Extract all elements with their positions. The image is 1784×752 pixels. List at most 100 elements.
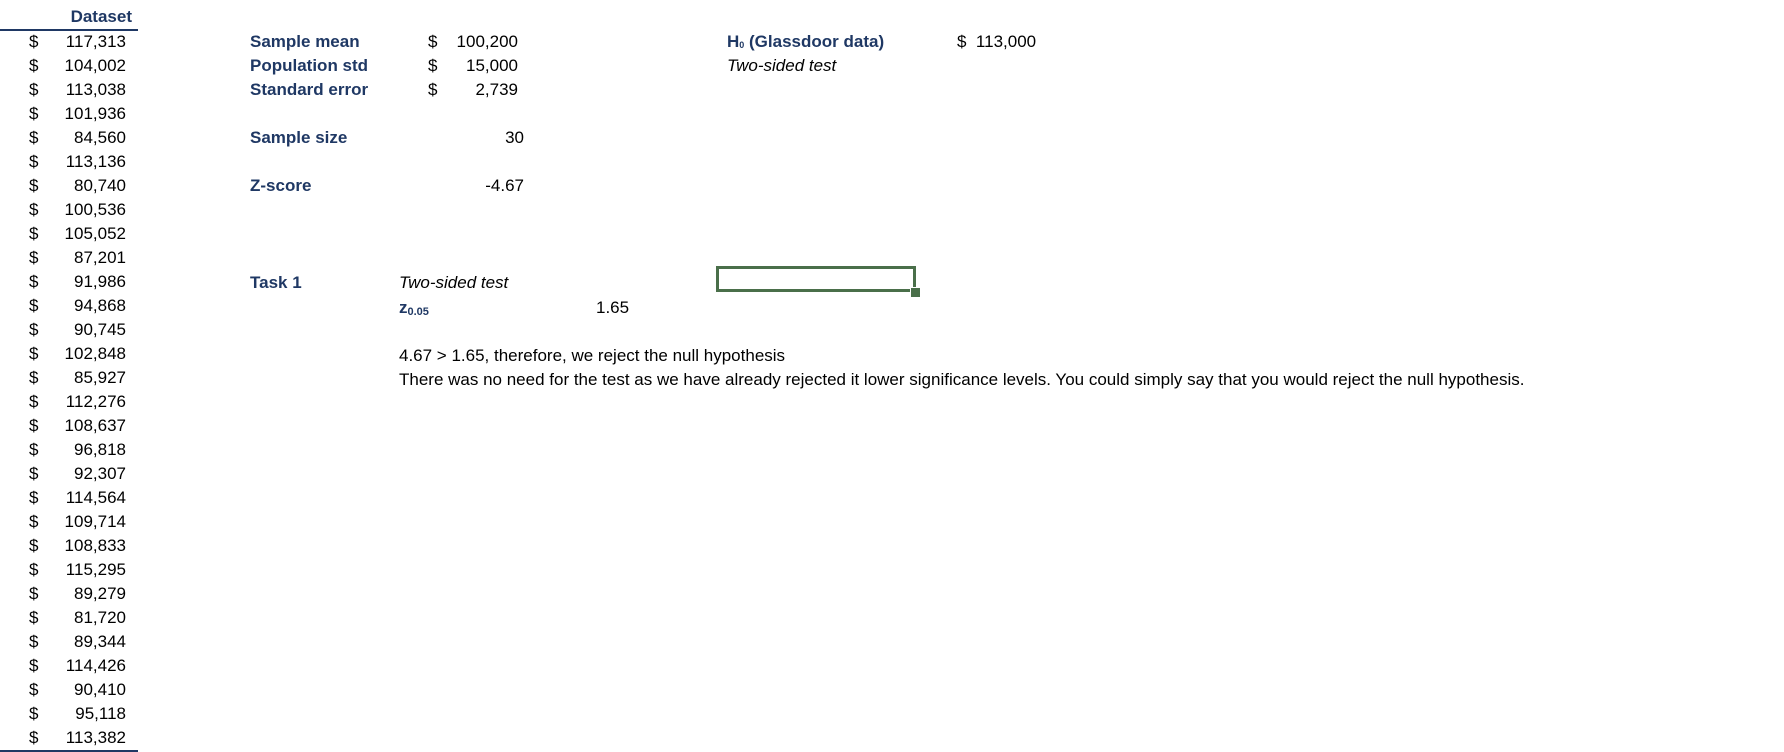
- dataset-value: 100,536: [64, 200, 126, 219]
- null-hypothesis-value: 113,000: [975, 32, 1037, 51]
- task1-z-value[interactable]: 1.65: [596, 296, 629, 320]
- standard-error-label[interactable]: Standard error: [250, 78, 368, 102]
- dataset-row[interactable]: $89,279: [0, 582, 138, 606]
- dataset-row[interactable]: $114,426: [0, 654, 138, 678]
- dataset-row[interactable]: $85,927: [0, 366, 138, 390]
- task1-test-type[interactable]: Two-sided test: [399, 271, 508, 295]
- dataset-value: 114,564: [65, 488, 126, 507]
- dataset-row[interactable]: $94,868: [0, 294, 138, 318]
- standard-error-value: 2,739: [475, 80, 518, 99]
- dataset-currency: $: [29, 296, 39, 315]
- z-score-value[interactable]: -4.67: [440, 174, 524, 198]
- dataset-value: 80,740: [74, 176, 126, 195]
- task1-note[interactable]: There was no need for the test as we hav…: [399, 368, 1524, 392]
- population-std-value: 15,000: [466, 56, 518, 75]
- dataset-row[interactable]: $108,637: [0, 414, 138, 438]
- dataset-value: 91,986: [74, 272, 126, 291]
- dataset-value: 89,279: [74, 584, 126, 603]
- dataset-currency: $: [29, 464, 39, 483]
- z-subscript: 0.05: [407, 306, 429, 318]
- dataset-row[interactable]: $80,740: [0, 174, 138, 198]
- dataset-value: 101,936: [64, 104, 126, 123]
- dataset-currency: $: [29, 272, 39, 291]
- sample-size-label[interactable]: Sample size: [250, 126, 347, 150]
- dataset-row[interactable]: $113,038: [0, 78, 138, 102]
- standard-error-cell[interactable]: $ 2,739: [428, 78, 518, 102]
- dataset-value: 104,002: [64, 56, 126, 75]
- dataset-row[interactable]: $101,936: [0, 102, 138, 126]
- dataset-row[interactable]: $90,410: [0, 678, 138, 702]
- dataset-row[interactable]: $96,818: [0, 438, 138, 462]
- dataset-row[interactable]: $95,118: [0, 702, 138, 726]
- dataset-currency: $: [29, 680, 39, 699]
- dataset-row[interactable]: $108,833: [0, 534, 138, 558]
- dataset-row[interactable]: $112,276: [0, 390, 138, 414]
- dataset-currency: $: [29, 128, 39, 147]
- dataset-currency: $: [29, 176, 39, 195]
- dataset-value: 113,382: [65, 728, 126, 747]
- dataset-row[interactable]: $102,848: [0, 342, 138, 366]
- dataset-currency: $: [29, 560, 39, 579]
- null-hypothesis-cell[interactable]: $ 113,000: [957, 30, 1036, 54]
- dataset-value: 113,038: [65, 80, 126, 99]
- population-std-currency: $: [428, 56, 438, 75]
- dataset-value: 113,136: [65, 152, 126, 171]
- dataset-row[interactable]: $113,136: [0, 150, 138, 174]
- dataset-row[interactable]: $100,536: [0, 198, 138, 222]
- task1-label[interactable]: Task 1: [250, 271, 302, 295]
- task1-z-label[interactable]: z0.05: [399, 296, 429, 322]
- dataset-header-cell[interactable]: Dataset: [0, 5, 138, 31]
- dataset-row[interactable]: $117,313: [0, 30, 138, 54]
- dataset-column: $117,313 $104,002 $113,038 $101,936 $84,560 $…: [0, 30, 138, 752]
- hypothesis-test-type[interactable]: Two-sided test: [727, 54, 836, 78]
- dataset-currency: $: [29, 248, 39, 267]
- null-hypothesis-currency: $: [957, 32, 967, 51]
- null-hypothesis-label[interactable]: H0 (Glassdoor data): [727, 30, 884, 56]
- h-subscript: 0: [739, 40, 745, 50]
- dataset-currency: $: [29, 320, 39, 339]
- dataset-row[interactable]: $92,307: [0, 462, 138, 486]
- dataset-currency: $: [29, 32, 39, 51]
- dataset-value: 108,637: [64, 416, 126, 435]
- dataset-currency: $: [29, 632, 39, 651]
- dataset-currency: $: [29, 512, 39, 531]
- dataset-value: 109,714: [64, 512, 126, 531]
- dataset-row[interactable]: $89,344: [0, 630, 138, 654]
- dataset-currency: $: [29, 152, 39, 171]
- dataset-currency: $: [29, 584, 39, 603]
- selected-cell[interactable]: [716, 266, 916, 292]
- dataset-row[interactable]: $114,564: [0, 486, 138, 510]
- dataset-row[interactable]: $81,720: [0, 606, 138, 630]
- dataset-value: 94,868: [74, 296, 126, 315]
- sample-mean-label[interactable]: Sample mean: [250, 30, 360, 54]
- fill-handle[interactable]: [910, 287, 921, 298]
- z-score-label[interactable]: Z-score: [250, 174, 311, 198]
- dataset-row[interactable]: $90,745: [0, 318, 138, 342]
- dataset-row[interactable]: $115,295: [0, 558, 138, 582]
- population-std-label[interactable]: Population std: [250, 54, 368, 78]
- dataset-row[interactable]: $84,560: [0, 126, 138, 150]
- dataset-row[interactable]: $109,714: [0, 510, 138, 534]
- dataset-value: 102,848: [64, 344, 126, 363]
- dataset-value: 108,833: [64, 536, 126, 555]
- sample-size-value[interactable]: 30: [440, 126, 524, 150]
- dataset-currency: $: [29, 344, 39, 363]
- dataset-row[interactable]: $91,986: [0, 270, 138, 294]
- z-symbol: z: [399, 298, 408, 317]
- dataset-value: 105,052: [64, 224, 126, 243]
- task1-conclusion[interactable]: 4.67 > 1.65, therefore, we reject the nu…: [399, 344, 785, 368]
- dataset-row[interactable]: $104,002: [0, 54, 138, 78]
- sample-mean-cell[interactable]: $ 100,200: [428, 30, 518, 54]
- dataset-value: 95,118: [75, 704, 126, 723]
- h-symbol: H: [727, 32, 740, 51]
- dataset-currency: $: [29, 536, 39, 555]
- dataset-row[interactable]: $113,382: [0, 726, 138, 750]
- dataset-currency: $: [29, 392, 39, 411]
- dataset-value: 81,720: [74, 608, 126, 627]
- dataset-row[interactable]: $87,201: [0, 246, 138, 270]
- population-std-cell[interactable]: $ 15,000: [428, 54, 518, 78]
- dataset-currency: $: [29, 416, 39, 435]
- dataset-row[interactable]: $105,052: [0, 222, 138, 246]
- dataset-header: Dataset: [70, 7, 132, 26]
- dataset-currency: $: [29, 440, 39, 459]
